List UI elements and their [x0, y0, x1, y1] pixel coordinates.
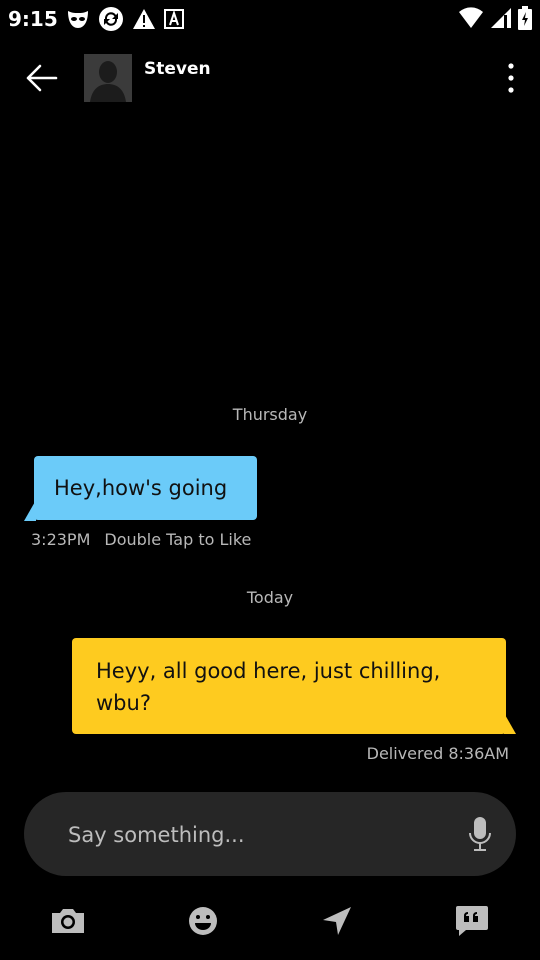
contact-avatar[interactable]	[84, 54, 132, 102]
font-a-icon	[164, 9, 184, 29]
emoji-icon[interactable]	[183, 900, 223, 940]
cellular-signal-icon	[491, 8, 511, 28]
day-separator-thursday: Thursday	[232, 405, 308, 424]
saved-phrases-icon[interactable]	[452, 900, 492, 940]
message-input[interactable]	[66, 814, 450, 856]
status-system-icons	[458, 6, 532, 30]
microphone-icon[interactable]	[468, 816, 492, 852]
back-arrow-icon[interactable]	[20, 60, 64, 96]
incoming-message-time: 3:23PM	[31, 530, 91, 549]
wifi-icon	[459, 7, 483, 29]
contact-name[interactable]: Steven	[144, 59, 211, 79]
chat-header: Steven	[0, 46, 540, 110]
warning-icon	[133, 9, 155, 29]
outgoing-message-text: Heyy, all good here, just chilling, wbu?	[96, 659, 441, 715]
double-tap-hint: Double Tap to Like	[104, 530, 252, 549]
delivery-status: Delivered 8:36AM	[366, 744, 509, 763]
default-profile-silhouette-icon	[84, 54, 132, 102]
message-composer	[24, 792, 516, 876]
sync-icon	[99, 7, 123, 31]
camera-icon[interactable]	[48, 900, 88, 940]
status-notification-icons	[66, 6, 184, 32]
grindr-mask-icon	[68, 11, 88, 28]
status-bar: 9:15	[0, 0, 540, 38]
incoming-message-meta: 3:23PM Double Tap to Like	[31, 530, 251, 549]
incoming-message-text: Hey,how's going	[54, 476, 228, 500]
location-send-icon[interactable]	[317, 900, 357, 940]
overflow-menu-icon[interactable]	[504, 60, 518, 96]
day-separator-today: Today	[246, 588, 294, 607]
status-time: 9:15	[8, 7, 58, 31]
incoming-message-bubble[interactable]: Hey,how's going	[34, 456, 257, 520]
outgoing-message-bubble[interactable]: Heyy, all good here, just chilling, wbu?	[72, 638, 506, 734]
outgoing-bubble-tail	[504, 713, 516, 734]
battery-icon	[518, 6, 532, 30]
chat-toolbar	[0, 896, 540, 942]
